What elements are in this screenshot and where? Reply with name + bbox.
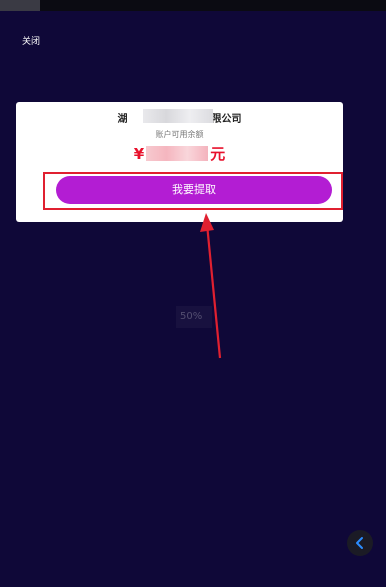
chevron-left-icon <box>356 537 363 549</box>
back-button[interactable] <box>347 530 373 556</box>
red-arrow-icon <box>200 213 222 359</box>
